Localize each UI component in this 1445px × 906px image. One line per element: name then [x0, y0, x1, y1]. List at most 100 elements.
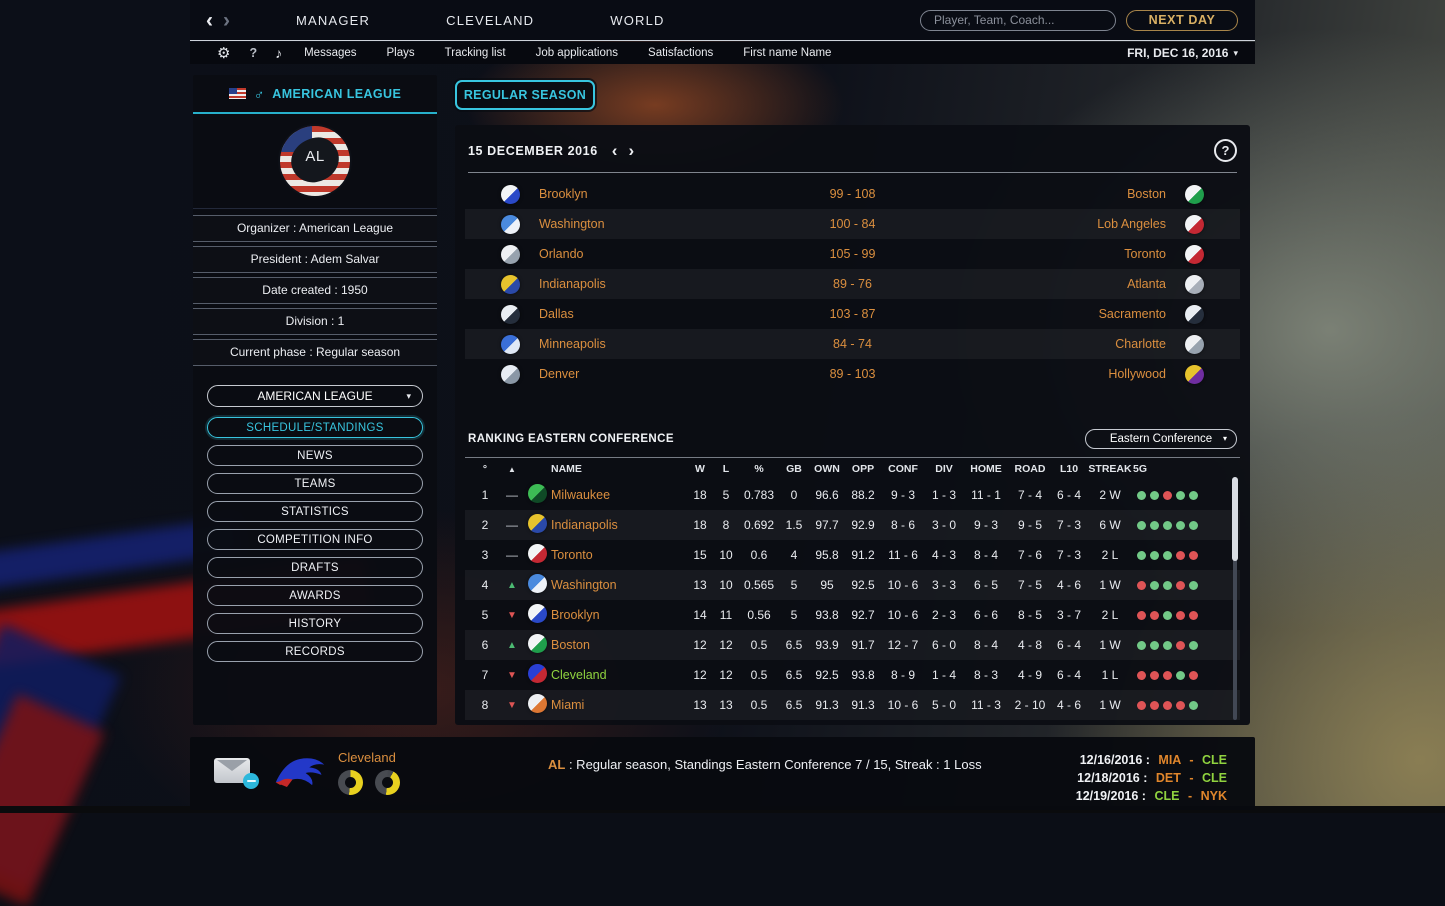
- top-tab[interactable]: CLEVELAND: [446, 13, 534, 28]
- cell-pct: 0.6: [739, 548, 779, 562]
- col-conf[interactable]: CONF: [881, 463, 925, 475]
- cell-own: 96.6: [809, 488, 845, 502]
- menu-item[interactable]: Tracking list: [445, 47, 506, 59]
- menu-item[interactable]: First name Name: [743, 47, 831, 59]
- gauge-donut[interactable]: [375, 770, 400, 795]
- prev-day-icon[interactable]: ‹: [612, 142, 618, 159]
- trend-icon: —: [501, 518, 523, 532]
- search-input[interactable]: [920, 10, 1116, 31]
- col-l10[interactable]: L10: [1051, 463, 1087, 475]
- result-row[interactable]: Denver 89 - 103 Hollywood: [465, 359, 1240, 389]
- cell-streak: 1 L: [1087, 668, 1133, 682]
- sidebar-menu-button[interactable]: RECORDS: [207, 641, 423, 662]
- game-result-dot: [1150, 521, 1159, 530]
- cell-w: 18: [687, 518, 713, 532]
- next-day-icon[interactable]: ›: [628, 142, 634, 159]
- next-day-button[interactable]: NEXT DAY: [1126, 10, 1238, 31]
- menu-item[interactable]: Satisfactions: [648, 47, 713, 59]
- home-team-name: Indianapolis: [539, 277, 774, 291]
- tab-regular-season[interactable]: REGULAR SEASON: [455, 80, 595, 110]
- team-logo: [528, 634, 547, 653]
- result-row[interactable]: Indianapolis 89 - 76 Atlanta: [465, 269, 1240, 299]
- cell-div: 6 - 0: [925, 638, 963, 652]
- nav-forward-icon[interactable]: ›: [223, 10, 230, 31]
- cell-own: 97.7: [809, 518, 845, 532]
- messages-envelope-icon[interactable]: [214, 758, 250, 783]
- sidebar-menu-button[interactable]: TEAMS: [207, 473, 423, 494]
- sidebar-menu-button[interactable]: DRAFTS: [207, 557, 423, 578]
- col-5g[interactable]: 5G: [1133, 463, 1216, 475]
- col-opp[interactable]: OPP: [845, 463, 881, 475]
- cell-home: 6 - 6: [963, 608, 1009, 622]
- cell-w: 14: [687, 608, 713, 622]
- sidebar-menu-button[interactable]: AWARDS: [207, 585, 423, 606]
- col-streak[interactable]: STREAK: [1087, 463, 1133, 475]
- cell-conf: 10 - 6: [881, 698, 925, 712]
- standings-row[interactable]: 1 — Milwaukee 18 5 0.783 0 96.6 88.2 9 -…: [465, 480, 1240, 510]
- nav-back-icon[interactable]: ‹: [206, 10, 213, 31]
- result-row[interactable]: Dallas 103 - 87 Sacramento: [465, 299, 1240, 329]
- standings-scrollbar[interactable]: [1233, 477, 1237, 720]
- col-own[interactable]: OWN: [809, 463, 845, 475]
- col-road[interactable]: ROAD: [1009, 463, 1051, 475]
- col-pct[interactable]: %: [739, 463, 779, 475]
- standings-row[interactable]: 3 — Toronto 15 10 0.6 4 95.8 91.2 11 - 6…: [465, 540, 1240, 570]
- game-result-dot: [1176, 701, 1185, 710]
- cell-streak: 2 W: [1087, 488, 1133, 502]
- menu-item[interactable]: Job applications: [536, 47, 618, 59]
- help-icon[interactable]: ?: [249, 46, 257, 60]
- menu-item[interactable]: Messages: [304, 47, 356, 59]
- ranking-title: RANKING EASTERN CONFERENCE: [468, 433, 674, 445]
- col-gb[interactable]: GB: [779, 463, 809, 475]
- home-team-name: Denver: [539, 367, 774, 381]
- cell-pct: 0.5: [739, 638, 779, 652]
- music-icon[interactable]: ♪: [275, 45, 282, 61]
- standings-row[interactable]: 8 ▼ Miami 13 13 0.5 6.5 91.3 91.3 10 - 6…: [465, 690, 1240, 720]
- result-row[interactable]: Orlando 105 - 99 Toronto: [465, 239, 1240, 269]
- sidebar-menu-label: DRAFTS: [291, 562, 339, 574]
- standings-row[interactable]: 6 ▲ Boston 12 12 0.5 6.5 93.9 91.7 12 - …: [465, 630, 1240, 660]
- cell-l: 5: [713, 488, 739, 502]
- user-team-name[interactable]: Cleveland: [338, 750, 400, 765]
- conference-select[interactable]: Eastern Conference ▾: [1085, 429, 1237, 449]
- game-result-dot: [1150, 641, 1159, 650]
- sidebar-menu-button[interactable]: STATISTICS: [207, 501, 423, 522]
- col-l[interactable]: L: [713, 463, 739, 475]
- gauge-donut[interactable]: [338, 770, 363, 795]
- standings-row[interactable]: 4 ▲ Washington 13 10 0.565 5 95 92.5 10 …: [465, 570, 1240, 600]
- cleveland-team-logo[interactable]: [272, 752, 328, 794]
- cell-opp: 91.2: [845, 548, 881, 562]
- col-div[interactable]: DIV: [925, 463, 963, 475]
- help-circle-icon[interactable]: ?: [1214, 139, 1237, 162]
- scrollbar-thumb[interactable]: [1232, 477, 1238, 561]
- sidebar-menu-button[interactable]: COMPETITION INFO: [207, 529, 423, 550]
- current-date[interactable]: FRI, DEC 16, 2016 ▾: [1127, 46, 1238, 60]
- standings-row[interactable]: 5 ▼ Brooklyn 14 11 0.56 5 93.8 92.7 10 -…: [465, 600, 1240, 630]
- col-w[interactable]: W: [687, 463, 713, 475]
- settings-gear-icon[interactable]: ⚙: [217, 44, 230, 62]
- trend-icon: ▼: [501, 610, 523, 621]
- top-navigation-bar: ‹ › MANAGER CLEVELAND WORLD NEXT DAY: [190, 0, 1255, 41]
- away-team-logo: [1185, 185, 1204, 204]
- top-tab[interactable]: WORLD: [610, 13, 664, 28]
- col-name[interactable]: NAME: [551, 463, 687, 475]
- sidebar-menu-button[interactable]: SCHEDULE/STANDINGS: [207, 417, 423, 438]
- away-team-name: Hollywood: [932, 367, 1167, 381]
- standings-row[interactable]: 7 ▼ Cleveland 12 12 0.5 6.5 92.5 93.8 8 …: [465, 660, 1240, 690]
- sidebar-menu-button[interactable]: NEWS: [207, 445, 423, 466]
- standings-row[interactable]: 2 — Indianapolis 18 8 0.692 1.5 97.7 92.…: [465, 510, 1240, 540]
- result-row[interactable]: Brooklyn 99 - 108 Boston: [465, 179, 1240, 209]
- sidebar-menu-button[interactable]: HISTORY: [207, 613, 423, 634]
- cell-pct: 0.5: [739, 668, 779, 682]
- result-row[interactable]: Washington 100 - 84 Lob Angeles: [465, 209, 1240, 239]
- cell-pct: 0.5: [739, 698, 779, 712]
- cell-l10: 7 - 3: [1051, 518, 1087, 532]
- cell-gb: 5: [779, 578, 809, 592]
- league-select[interactable]: AMERICAN LEAGUE ▾: [207, 385, 423, 407]
- cell-own: 93.8: [809, 608, 845, 622]
- menu-item[interactable]: Plays: [387, 47, 415, 59]
- result-row[interactable]: Minneapolis 84 - 74 Charlotte: [465, 329, 1240, 359]
- game-result-dot: [1137, 701, 1146, 710]
- top-tab[interactable]: MANAGER: [296, 13, 370, 28]
- col-home[interactable]: HOME: [963, 463, 1009, 475]
